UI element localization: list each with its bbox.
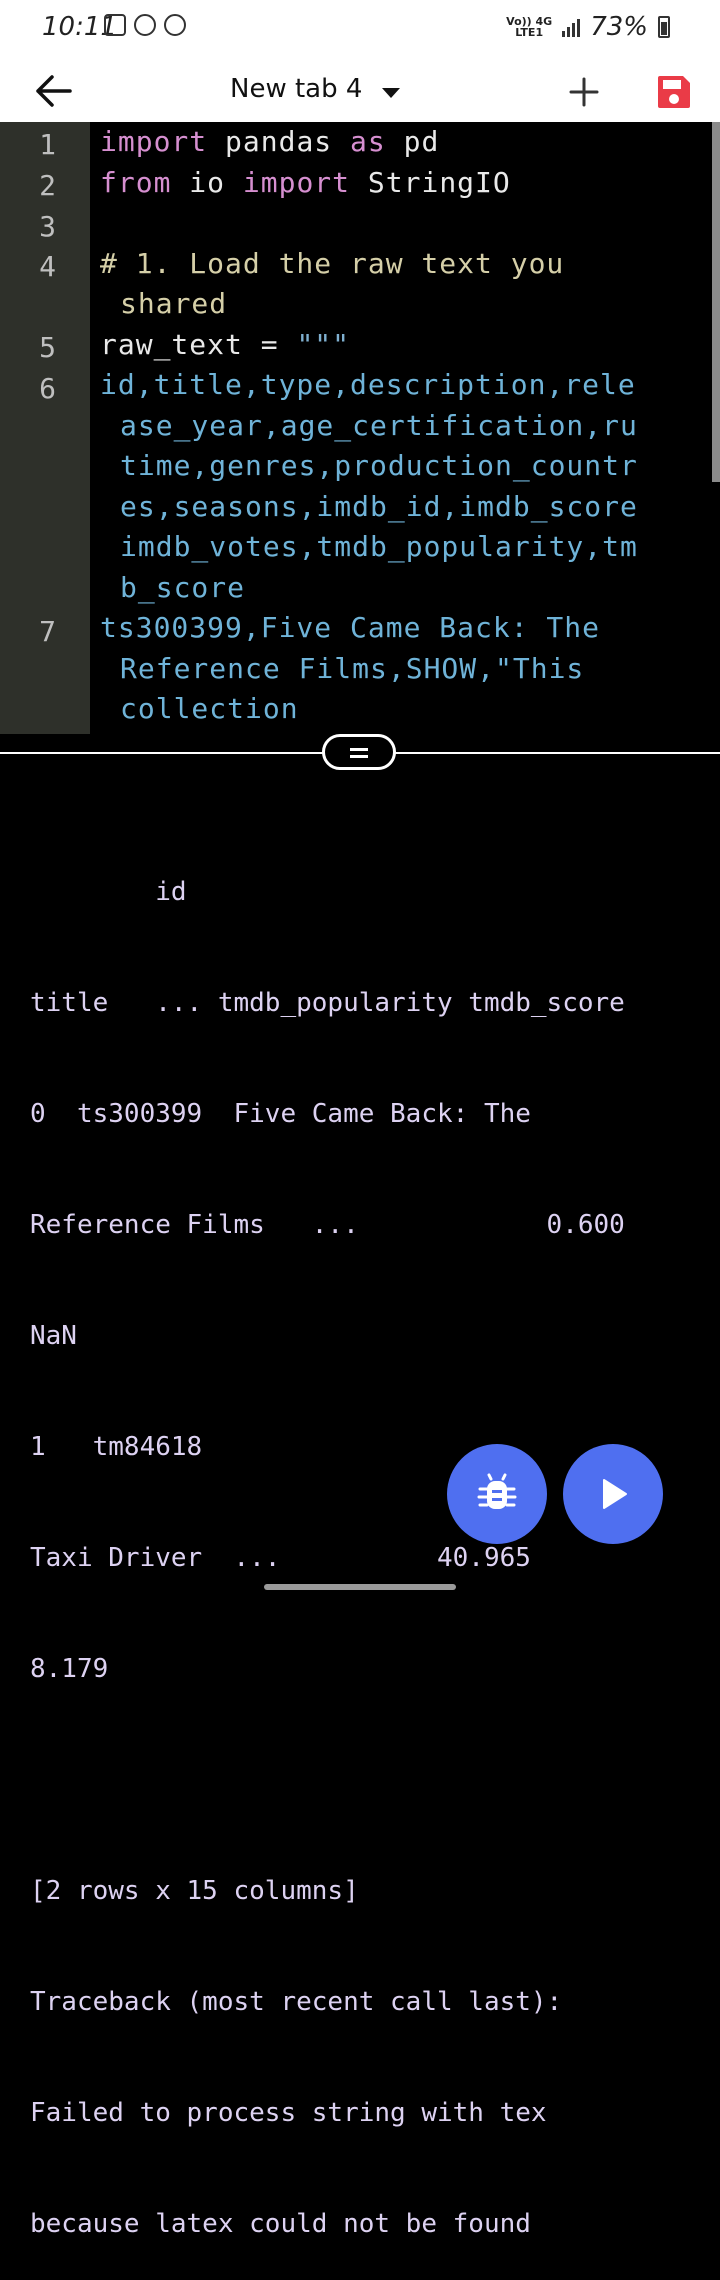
gallery-icon (104, 14, 126, 36)
code-line-6-wrap: ase_year,age_certification,ru (120, 408, 638, 442)
code-line-5: raw_text = """ (100, 327, 351, 361)
code-line-6-wrap: imdb_votes,tmdb_popularity,tm (120, 530, 638, 563)
output-line: [2 rows x 15 columns] (30, 1876, 359, 1906)
output-line: NaN (30, 1321, 77, 1351)
line-number: 2 (39, 169, 56, 202)
app-bar: New tab 4 (0, 60, 720, 122)
back-arrow-icon[interactable] (34, 74, 74, 108)
network-indicator: Vo)) 4G LTE1 (506, 15, 553, 39)
signal-icon (562, 17, 581, 37)
status-bar: 10:11 Vo)) 4G LTE1 73% (0, 0, 720, 60)
line-number: 7 (39, 615, 56, 648)
status-right: Vo)) 4G LTE1 73% (506, 12, 670, 42)
output-line: 8.179 (30, 1654, 109, 1684)
battery-icon (658, 16, 670, 38)
debug-button[interactable] (447, 1444, 547, 1544)
gesture-nav-bar[interactable] (264, 1584, 456, 1590)
line-number-gutter: 1 2 3 4 5 6 7 (0, 122, 90, 734)
code-line-4-wrap: shared (120, 287, 228, 320)
line-number: 3 (39, 210, 56, 243)
resize-handle[interactable] (322, 734, 396, 770)
code-line-4: # 1. Load the raw text you (100, 246, 565, 280)
line-number: 1 (39, 128, 56, 161)
code-line-7-wrap: Reference Films,SHOW,"This (120, 651, 585, 685)
output-line: Traceback (most recent call last): (30, 1987, 563, 2017)
output-line: Failed to process string with tex (30, 2098, 547, 2128)
code-editor[interactable]: 1 2 3 4 5 6 7 import pandas as pd from i… (0, 122, 720, 734)
code-text[interactable]: import pandas as pd from io import Strin… (100, 122, 640, 730)
whatsapp-icon (134, 14, 156, 36)
run-button[interactable] (563, 1444, 663, 1544)
code-line-7: ts300399,Five Came Back: The (100, 611, 601, 644)
chevron-down-icon[interactable] (382, 88, 400, 98)
cat-icon (164, 14, 186, 36)
code-line-6-wrap: b_score (120, 570, 246, 604)
output-line: id (30, 877, 187, 907)
plus-icon[interactable] (566, 74, 602, 110)
line-number: 4 (39, 250, 56, 283)
tab-title[interactable]: New tab 4 (230, 74, 362, 104)
code-line-1: import pandas as pd (100, 125, 440, 158)
battery-percent: 73% (590, 12, 648, 42)
code-line-6: id,title,type,description,rele (100, 368, 636, 401)
code-line-6-wrap: time,genres,production_countr (120, 449, 638, 482)
line-number: 6 (39, 372, 56, 405)
output-line: Taxi Driver ... 40.965 (30, 1543, 531, 1573)
output-line: Reference Films ... 0.600 (30, 1210, 625, 1240)
output-line: title ... tmdb_popularity tmdb_score (30, 988, 625, 1018)
code-line-2: from io import StringIO (100, 165, 511, 199)
code-line-7-wrap: collection (120, 692, 299, 725)
line-number: 5 (39, 331, 56, 364)
editor-scrollbar[interactable] (712, 122, 720, 482)
bug-icon (477, 1473, 517, 1509)
output-line: 0 ts300399 Five Came Back: The (30, 1099, 531, 1129)
play-icon (603, 1479, 627, 1509)
output-line: because latex could not be found (30, 2209, 531, 2239)
code-line-6-wrap: es,seasons,imdb_id,imdb_score (120, 489, 638, 523)
save-icon[interactable] (656, 74, 692, 110)
notification-icons (104, 14, 186, 36)
